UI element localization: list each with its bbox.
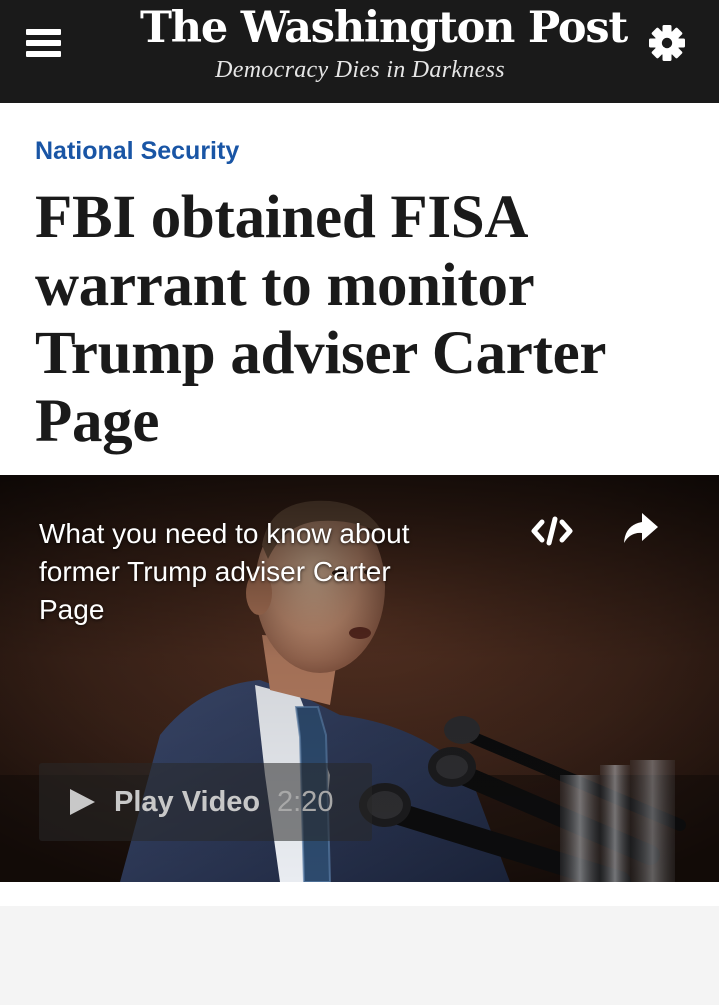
- video-title: What you need to know about former Trump…: [39, 518, 410, 625]
- site-tagline: Democracy Dies in Darkness: [215, 57, 505, 83]
- video-player[interactable]: What you need to know about former Trump…: [0, 475, 719, 882]
- play-video-label: Play Video: [114, 786, 261, 818]
- menu-button[interactable]: [22, 26, 66, 62]
- gear-icon: [649, 25, 685, 61]
- play-triangle-icon: [70, 789, 95, 815]
- top-navigation-bar: The Washington Post Democracy Dies in Da…: [0, 0, 719, 103]
- code-embed-icon: [531, 516, 573, 546]
- masthead[interactable]: The Washington Post Democracy Dies in Da…: [140, 0, 628, 84]
- settings-button[interactable]: [645, 21, 689, 65]
- below-video-placeholder: [0, 906, 719, 1005]
- share-button[interactable]: [620, 511, 660, 547]
- site-logo[interactable]: The Washington Post: [140, 2, 628, 54]
- video-duration: 2:20: [277, 786, 334, 818]
- hamburger-menu-icon: [26, 29, 61, 35]
- section-kicker-link[interactable]: National Security: [35, 136, 239, 166]
- play-video-button[interactable]: Play Video 2:20: [39, 763, 372, 841]
- share-arrow-icon: [624, 513, 658, 543]
- article-headline: FBI obtained FISA warrant to monitor Tru…: [35, 184, 606, 455]
- embed-button[interactable]: [530, 513, 574, 549]
